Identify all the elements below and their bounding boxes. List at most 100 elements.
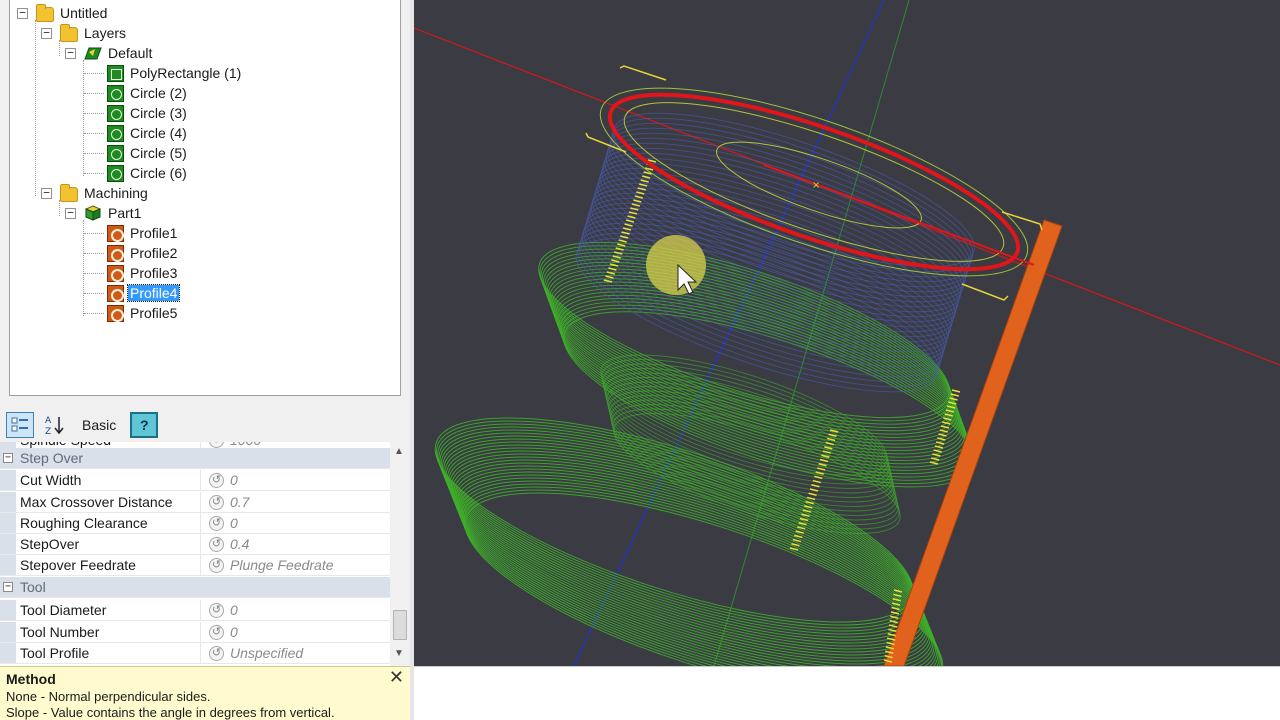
folder-icon (36, 3, 54, 22)
tree-node-layers[interactable]: Layers (60, 23, 128, 43)
3d-viewport[interactable]: × (414, 0, 1280, 666)
tree-node-circle-6[interactable]: Circle (6) (107, 163, 189, 183)
help-button[interactable]: ? (130, 412, 159, 438)
reset-icon[interactable]: ↺ (209, 494, 224, 510)
plunge-tick (633, 199, 642, 203)
reset-icon[interactable]: ↺ (209, 472, 224, 488)
property-value-text: 0 (230, 602, 238, 618)
basic-mode-button[interactable]: Basic (76, 412, 122, 438)
tree-node-label: Circle (2) (130, 85, 187, 101)
property-value[interactable]: ↺ Plunge Feedrate (201, 555, 334, 575)
tree-node-profile3[interactable]: Profile3 (107, 263, 179, 283)
tree-node-profile5[interactable]: Profile5 (107, 303, 179, 323)
plunge-tick (825, 441, 834, 446)
property-value[interactable]: ↺ 0.7 (201, 492, 249, 512)
tree-node-circle-3[interactable]: Circle (3) (107, 103, 189, 123)
property-value[interactable]: ↺ 0 (201, 600, 238, 620)
tree-node-untitled[interactable]: Untitled (36, 3, 109, 23)
category-tool[interactable]: − Tool (0, 577, 390, 598)
status-area (414, 666, 1280, 720)
project-tree[interactable]: − − − − − Untitled Layers Default PolyRe… (9, 0, 401, 396)
property-row-tool-number[interactable]: Tool Number ↺ 0 (0, 622, 390, 643)
plunge-tick (815, 471, 824, 475)
description-line: None - Normal perpendicular sides. (6, 689, 211, 704)
property-name: Tool Diameter (16, 600, 201, 620)
close-icon[interactable]: ✕ (389, 667, 404, 688)
reset-icon[interactable]: ↺ (209, 515, 224, 531)
reset-icon[interactable]: ↺ (209, 624, 224, 640)
tree-node-circle-2[interactable]: Circle (2) (107, 83, 189, 103)
tree-node-profile1[interactable]: Profile1 (107, 223, 179, 243)
tree-node-profile4[interactable]: Profile4 (107, 283, 181, 303)
reset-icon[interactable]: ↺ (209, 442, 224, 448)
collapse-default-button[interactable]: − (65, 47, 76, 59)
plunge-tick (934, 445, 944, 449)
description-panel: Method ✕ None - Normal perpendicular sid… (0, 666, 410, 720)
property-name: Stepover Feedrate (16, 555, 201, 575)
row-gutter (0, 513, 16, 533)
collapse-icon[interactable]: − (3, 453, 13, 463)
layer-icon (84, 44, 102, 62)
collapse-part1-button[interactable]: − (65, 207, 76, 219)
property-name: Tool Number (16, 622, 201, 642)
cursor-highlight (646, 235, 706, 295)
tree-connector (83, 220, 84, 316)
category-step-over[interactable]: − Step Over (0, 448, 390, 469)
scroll-thumb[interactable] (393, 610, 407, 640)
tree-connector (84, 113, 104, 114)
tree-connector (84, 93, 104, 94)
tree-node-part1[interactable]: Part1 (84, 203, 143, 223)
property-row-tool-diameter[interactable]: Tool Diameter ↺ 0 (0, 600, 390, 621)
property-value[interactable]: ↺ 0 (201, 622, 238, 642)
property-value[interactable]: ↺ 0 (201, 513, 238, 533)
property-row-tool-profile[interactable]: Tool Profile ↺ Unspecified (0, 643, 390, 664)
plunge-tick (811, 484, 820, 488)
property-row-stepover[interactable]: StepOver ↺ 0.4 (0, 534, 390, 555)
reset-icon[interactable]: ↺ (209, 645, 224, 661)
plunge-tick (819, 458, 829, 463)
tree-panel: − − − − − Untitled Layers Default PolyRe… (0, 0, 410, 408)
plunge-tick (634, 195, 643, 199)
plunge-tick (893, 589, 903, 593)
tree-node-machining[interactable]: Machining (60, 183, 150, 203)
property-value[interactable]: ↺ 0.4 (201, 534, 249, 554)
property-value[interactable]: ↺ Unspecified (201, 643, 303, 663)
tree-node-label: Profile3 (130, 265, 178, 281)
property-value-text: 0 (230, 472, 238, 488)
scroll-down-icon[interactable]: ▼ (394, 648, 404, 659)
plunge-tick (951, 389, 961, 393)
tree-node-label: Circle (3) (130, 105, 187, 121)
tree-node-circle-5[interactable]: Circle (5) (107, 143, 189, 163)
tree-node-label: Default (108, 45, 153, 61)
tree-node-profile2[interactable]: Profile2 (107, 243, 179, 263)
scroll-up-icon[interactable]: ▲ (394, 446, 404, 457)
property-name: Roughing Clearance (16, 513, 201, 533)
property-row-stepover-feedrate[interactable]: Stepover Feedrate ↺ Plunge Feedrate (0, 555, 390, 576)
collapse-icon[interactable]: − (3, 582, 13, 592)
tree-connector (35, 20, 36, 196)
property-value[interactable]: ↺ 0 (201, 470, 238, 490)
property-row-roughing-clearance[interactable]: Roughing Clearance ↺ 0 (0, 513, 390, 534)
tree-node-polyrectangle[interactable]: PolyRectangle (1) (107, 63, 243, 83)
reset-icon[interactable]: ↺ (209, 557, 224, 573)
tree-connector (84, 153, 104, 154)
collapse-untitled-button[interactable]: − (17, 7, 28, 19)
profile-icon (107, 244, 124, 262)
row-gutter (0, 470, 16, 490)
categorized-view-button[interactable] (6, 412, 34, 438)
collapse-layers-button[interactable]: − (41, 27, 52, 39)
plunge-tick (627, 215, 636, 219)
tree-node-default-layer[interactable]: Default (84, 43, 154, 63)
alphabetical-sort-button[interactable]: A Z (42, 412, 68, 438)
reset-icon[interactable]: ↺ (209, 536, 224, 552)
reset-icon[interactable]: ↺ (209, 602, 224, 618)
plunge-tick (608, 267, 617, 271)
collapse-machining-button[interactable]: − (41, 187, 52, 199)
tree-node-circle-4[interactable]: Circle (4) (107, 123, 189, 143)
row-gutter (0, 600, 16, 620)
polyrectangle-icon (107, 64, 124, 82)
property-row-max-crossover-distance[interactable]: Max Crossover Distance ↺ 0.7 (0, 492, 390, 513)
property-row-cut-width[interactable]: Cut Width ↺ 0 (0, 470, 390, 491)
plunge-tick (641, 175, 651, 179)
property-scrollbar[interactable]: ▲ ▼ (390, 442, 410, 666)
